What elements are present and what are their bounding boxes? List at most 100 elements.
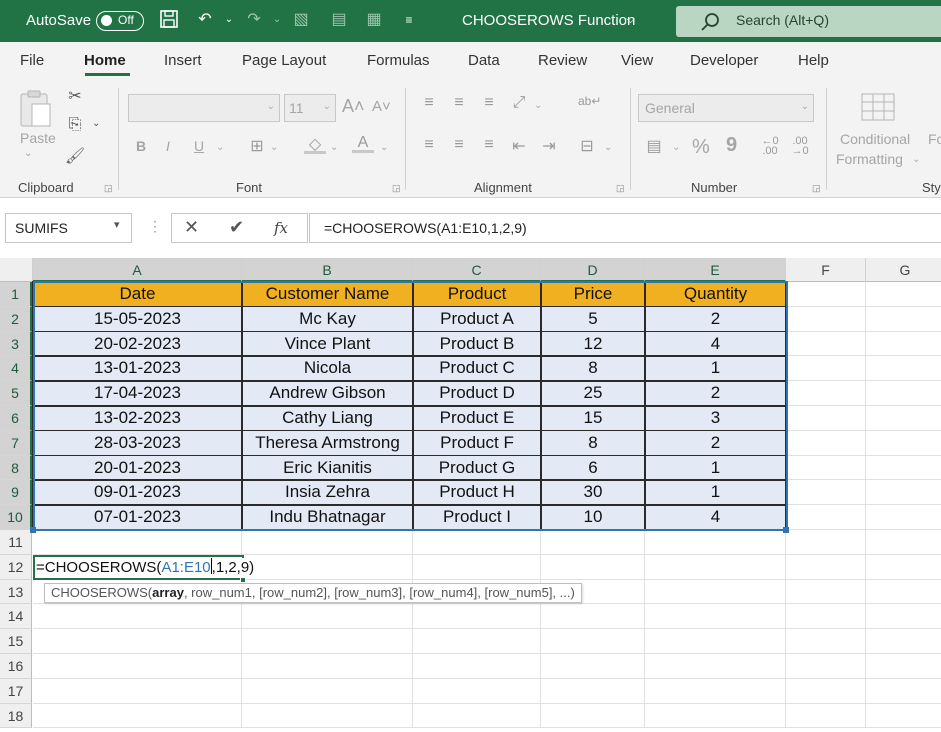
comma-style-button[interactable]: 9 <box>726 134 737 157</box>
autosave-toggle[interactable]: Off <box>96 11 144 31</box>
row-header-8[interactable]: 8 <box>0 455 32 481</box>
row-header-6[interactable]: 6 <box>0 406 32 431</box>
accounting-format-icon[interactable]: ▤ <box>642 136 666 156</box>
tab-page-layout[interactable]: Page Layout <box>242 52 326 69</box>
tab-help[interactable]: Help <box>798 52 829 69</box>
title-chevron-down-icon[interactable]: ⌵ <box>626 12 635 27</box>
row-header-15[interactable]: 15 <box>0 629 32 654</box>
column-header-d[interactable]: D <box>541 258 645 282</box>
name-box-dropdown-icon[interactable]: ▾ <box>114 218 120 231</box>
enter-check-icon[interactable]: ✔ <box>229 217 244 238</box>
align-right-icon[interactable]: ≡ <box>478 136 500 154</box>
align-center-icon[interactable]: ≡ <box>448 136 470 154</box>
align-top-icon[interactable]: ≡ <box>418 94 440 112</box>
name-box[interactable]: SUMIFS ▾ <box>5 213 132 243</box>
undo-dropdown-icon[interactable]: ⌄ <box>218 9 240 31</box>
column-header-b[interactable]: B <box>242 258 413 282</box>
search-box[interactable]: Search (Alt+Q) <box>676 6 941 37</box>
customize-qat-icon[interactable]: ≡ <box>398 9 420 31</box>
conditional-dropdown-icon[interactable]: ⌄ <box>912 154 920 165</box>
column-header-a[interactable]: A <box>33 258 242 282</box>
orientation-icon[interactable]: ⤢ <box>508 94 530 112</box>
font-color-icon[interactable]: A <box>352 134 374 153</box>
undo-icon[interactable]: ↶ <box>194 9 216 31</box>
decrease-decimal-icon[interactable]: .00 →0 <box>788 136 812 157</box>
row-header-11[interactable]: 11 <box>0 530 32 555</box>
row-header-10[interactable]: 10 <box>0 505 32 530</box>
row-header-18[interactable]: 18 <box>0 703 32 729</box>
tab-formulas[interactable]: Formulas <box>367 52 430 69</box>
document-title[interactable]: CHOOSEROWS Function <box>462 12 635 29</box>
align-bottom-icon[interactable]: ≡ <box>478 94 500 112</box>
underline-dropdown-icon[interactable]: ⌄ <box>216 142 224 153</box>
decrease-font-icon[interactable]: A˅ <box>372 98 391 115</box>
worksheet-grid[interactable]: A B C D E F G 1 2 3 4 5 6 7 8 9 10 11 12 13 14 15 16 17 18 Date Cu… <box>0 258 941 732</box>
conditional-formatting-icon[interactable] <box>860 92 896 124</box>
format-as-table-label-cut[interactable]: Fo <box>928 131 941 147</box>
tab-view[interactable]: View <box>621 52 653 69</box>
orientation-dropdown-icon[interactable]: ⌄ <box>534 100 542 111</box>
paste-dropdown-icon[interactable]: ⌄ <box>24 148 32 159</box>
increase-decimal-icon[interactable]: ←0.00 <box>758 136 782 157</box>
tooltip-function-name[interactable]: CHOOSEROWS( <box>51 585 152 600</box>
alignment-launcher-icon[interactable]: ◲ <box>616 183 625 194</box>
column-header-c[interactable]: C <box>413 258 541 282</box>
save-icon[interactable] <box>158 9 180 31</box>
underline-button[interactable]: U <box>194 138 204 154</box>
tab-review[interactable]: Review <box>538 52 587 69</box>
bold-button[interactable]: B <box>136 138 146 154</box>
font-name-dropdown[interactable]: ⌄ <box>128 94 280 122</box>
decrease-indent-icon[interactable]: ⇤ <box>508 136 530 156</box>
conditional-formatting-label-1[interactable]: Conditional <box>840 131 910 147</box>
cancel-icon[interactable]: ✕ <box>184 217 199 238</box>
percent-style-button[interactable]: % <box>692 136 710 159</box>
column-header-f[interactable]: F <box>786 258 866 282</box>
tab-file[interactable]: File <box>20 52 44 69</box>
cut-icon[interactable]: ✂ <box>64 86 86 106</box>
align-left-icon[interactable]: ≡ <box>418 136 440 154</box>
row-header-9[interactable]: 9 <box>0 480 32 506</box>
align-middle-icon[interactable]: ≡ <box>448 94 470 112</box>
row-header-5[interactable]: 5 <box>0 381 32 406</box>
increase-font-icon[interactable]: A˄ <box>342 96 365 117</box>
tab-data[interactable]: Data <box>468 52 500 69</box>
paste-label[interactable]: Paste <box>20 130 56 146</box>
tab-insert[interactable]: Insert <box>164 52 202 69</box>
copy-dropdown-icon[interactable]: ⌄ <box>92 118 100 129</box>
copy-icon[interactable]: ⎘ <box>64 116 86 134</box>
row-header-2[interactable]: 2 <box>0 306 32 332</box>
format-painter-icon[interactable]: 🖌 <box>64 146 86 166</box>
row-header-14[interactable]: 14 <box>0 604 32 630</box>
accounting-dropdown-icon[interactable]: ⌄ <box>672 142 680 153</box>
column-header-g[interactable]: G <box>866 258 941 282</box>
insert-function-icon[interactable]: fx <box>274 219 288 237</box>
font-color-dropdown-icon[interactable]: ⌄ <box>380 142 388 153</box>
font-size-dropdown[interactable]: 11 ⌄ <box>284 94 336 122</box>
number-launcher-icon[interactable]: ◲ <box>812 183 821 194</box>
number-format-dropdown[interactable]: General ⌄ <box>638 94 814 122</box>
row-header-12[interactable]: 12 <box>0 554 32 580</box>
paste-icon[interactable] <box>18 90 54 130</box>
merge-dropdown-icon[interactable]: ⌄ <box>604 142 612 153</box>
column-header-e[interactable]: E <box>645 258 786 282</box>
italic-button[interactable]: I <box>166 138 170 154</box>
clipboard-launcher-icon[interactable]: ◲ <box>104 183 113 194</box>
fill-color-icon[interactable]: ◇ <box>304 134 326 154</box>
row-header-4[interactable]: 4 <box>0 356 32 382</box>
row-header-1[interactable]: 1 <box>0 282 32 307</box>
row-header-16[interactable]: 16 <box>0 654 32 679</box>
active-cell-editor[interactable]: =CHOOSEROWS(A1:E10,1,2,9) <box>33 554 259 580</box>
row-header-7[interactable]: 7 <box>0 430 32 456</box>
font-launcher-icon[interactable]: ◲ <box>392 183 401 194</box>
conditional-formatting-label-2[interactable]: Formatting <box>836 151 903 167</box>
select-all-corner[interactable] <box>0 258 33 282</box>
row-header-3[interactable]: 3 <box>0 331 32 357</box>
merge-center-icon[interactable]: ⊟ <box>576 136 598 156</box>
borders-dropdown-icon[interactable]: ⌄ <box>270 142 278 153</box>
formula-input[interactable]: =CHOOSEROWS(A1:E10,1,2,9) <box>309 213 941 243</box>
increase-indent-icon[interactable]: ⇥ <box>538 136 560 156</box>
borders-icon[interactable]: ⊞ <box>246 136 268 156</box>
tab-home[interactable]: Home <box>84 52 126 69</box>
fill-color-dropdown-icon[interactable]: ⌄ <box>330 142 338 153</box>
row-header-13[interactable]: 13 <box>0 579 32 605</box>
